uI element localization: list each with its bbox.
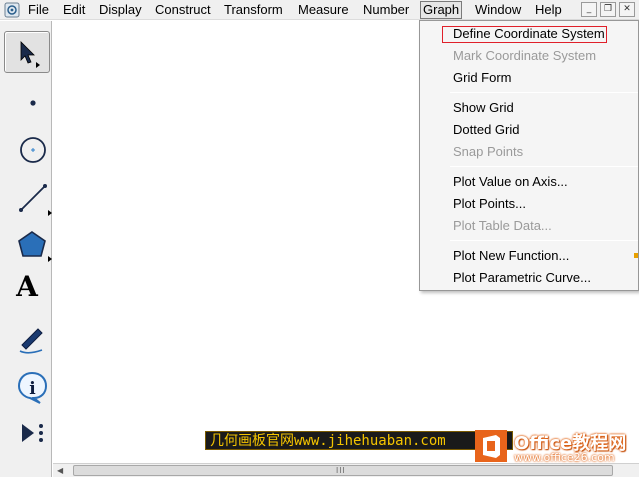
menu-edit[interactable]: Edit — [61, 2, 87, 18]
menu-item-plot-new-function[interactable]: Plot New Function... — [420, 245, 638, 267]
letter-a-icon: A — [16, 269, 38, 303]
marker-tool[interactable] — [4, 311, 50, 354]
play-custom-icon — [22, 424, 43, 442]
restore-icon[interactable]: ❐ — [600, 2, 616, 17]
menu-separator — [450, 92, 638, 93]
pen-icon — [19, 328, 43, 354]
menu-file[interactable]: File — [26, 2, 51, 18]
menu-item-plot-value-on-axis[interactable]: Plot Value on Axis... — [420, 171, 638, 193]
menu-number[interactable]: Number — [361, 2, 411, 18]
scroll-left-icon[interactable]: ◀ — [57, 466, 63, 475]
office-logo-icon — [475, 430, 507, 462]
menu-item-define-coordinate-system[interactable]: Define Coordinate System — [420, 23, 638, 45]
menu-item-mark-coordinate-system: Mark Coordinate System — [453, 48, 597, 63]
menu-help[interactable]: Help — [533, 2, 564, 18]
grip-icon: III — [336, 466, 346, 475]
highlight-box — [442, 26, 607, 43]
menu-bar: File Edit Display Construct Transform Me… — [0, 0, 639, 20]
toolbox: A i — [0, 21, 52, 477]
menu-item-snap-points: Snap Points — [453, 144, 524, 159]
watermark-text: 几何画板官网www.jihehuaban.com — [210, 433, 446, 449]
point-tool[interactable] — [4, 76, 50, 118]
office-logo-url: www.office26.com — [514, 451, 615, 464]
minimize-icon[interactable]: _ — [581, 2, 597, 17]
close-icon[interactable]: ✕ — [619, 2, 635, 17]
menu-item-plot-parametric-curve[interactable]: Plot Parametric Curve... — [420, 267, 638, 289]
menu-window[interactable]: Window — [473, 2, 523, 18]
text-tool[interactable]: A — [4, 265, 50, 307]
custom-tool[interactable] — [4, 406, 50, 448]
arrow-icon — [20, 41, 40, 68]
menu-separator — [450, 166, 638, 167]
pentagon-icon — [18, 231, 52, 262]
menu-item-show-grid[interactable]: Show Grid — [420, 97, 638, 119]
polygon-tool[interactable] — [4, 217, 52, 262]
menu-item-label: Plot New Function... — [453, 248, 570, 263]
menu-display[interactable]: Display — [97, 2, 144, 18]
circle-icon — [20, 137, 46, 163]
compass-tool[interactable] — [4, 123, 50, 165]
watermark-banner: 几何画板官网www.jihehuaban.com — [205, 431, 513, 450]
menu-graph[interactable]: Graph — [420, 1, 463, 19]
office-logo: Office教程网 www.office26.com — [474, 427, 639, 467]
app-icon[interactable] — [4, 2, 20, 18]
menu-construct[interactable]: Construct — [153, 2, 213, 18]
submenu-marker-icon — [634, 253, 638, 258]
menu-measure[interactable]: Measure — [296, 2, 351, 18]
arrow-selection-tool[interactable] — [4, 31, 50, 73]
menu-transform[interactable]: Transform — [222, 2, 285, 18]
menu-item-plot-table-data: Plot Table Data... — [453, 218, 552, 233]
window-controls: _ ❐ ✕ — [581, 2, 637, 18]
menu-item-plot-points[interactable]: Plot Points... — [420, 193, 638, 215]
menu-item-dotted-grid[interactable]: Dotted Grid — [420, 119, 638, 141]
point-icon — [30, 100, 36, 106]
info-icon: i — [17, 371, 48, 404]
svg-text:i: i — [29, 379, 36, 399]
information-tool[interactable]: i — [4, 359, 50, 404]
graph-menu-dropdown: Define Coordinate System Mark Coordinate… — [419, 20, 639, 291]
menu-separator — [450, 240, 638, 241]
menu-item-grid-form[interactable]: Grid Form — [420, 67, 638, 89]
straightedge-tool[interactable] — [4, 171, 52, 216]
segment-icon — [19, 184, 52, 216]
